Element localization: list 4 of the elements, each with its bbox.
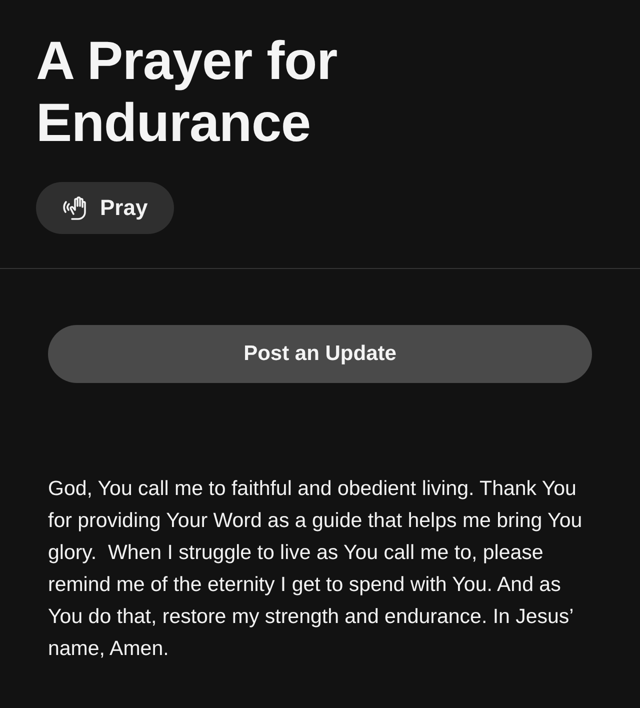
prayer-text: God, You call me to faithful and obedient living. Thank You for providing Your Word as a guide that helps me bring You glory. When I struggle to live as You call me to, please remind me of the eternity I get to spend with You. And as You do that, restore my strength and endurance. In Jesus’ name, Amen.	[48, 476, 584, 662]
post-update-button[interactable]: Post an Update	[48, 325, 592, 383]
page-title: A Prayer for Endurance	[36, 30, 338, 154]
pray-button[interactable]: Pray	[36, 182, 174, 234]
